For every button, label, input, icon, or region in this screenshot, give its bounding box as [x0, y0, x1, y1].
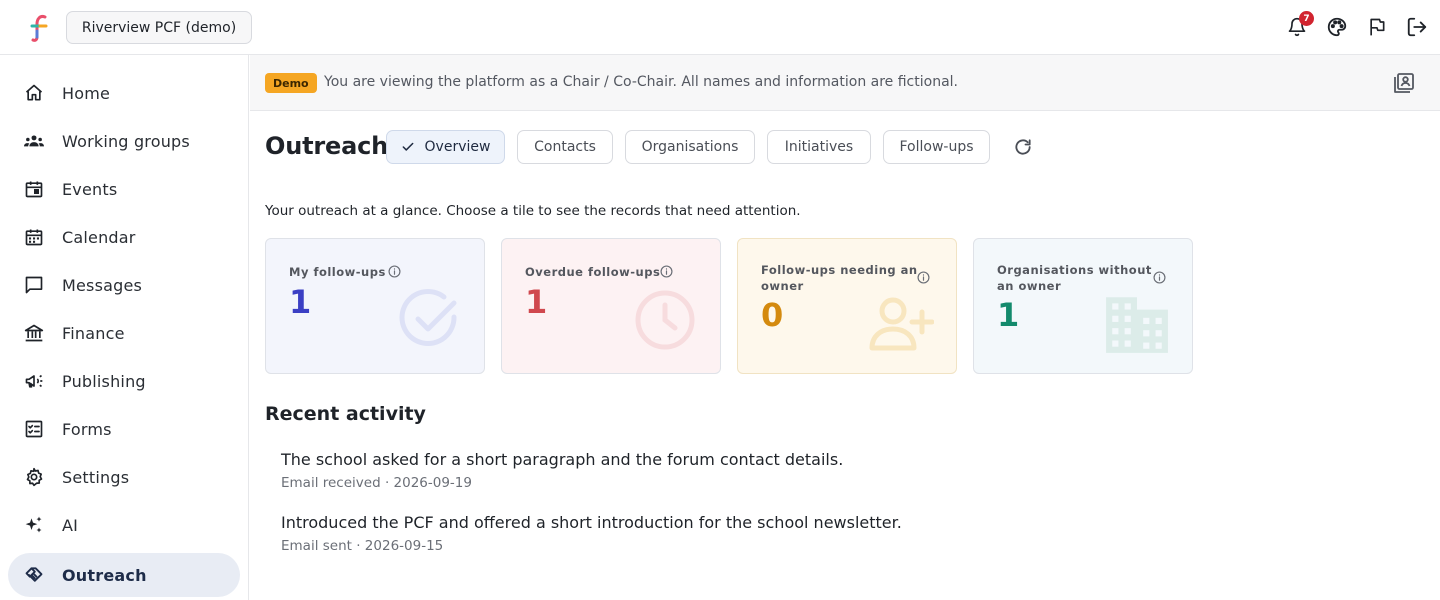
report-button[interactable]	[1362, 12, 1392, 42]
logout-button[interactable]	[1402, 12, 1432, 42]
calendar-icon	[24, 227, 44, 247]
notification-badge: 7	[1299, 11, 1314, 26]
org-switcher-button[interactable]: Riverview PCF (demo)	[66, 11, 252, 44]
notifications-button[interactable]: 7	[1282, 11, 1314, 42]
sidebar-item-label: AI	[62, 515, 79, 535]
tab-label: Organisations	[641, 139, 739, 155]
people-icon	[24, 131, 44, 151]
sidebar-item-label: Messages	[62, 275, 143, 295]
sidebar-item-label: Working groups	[62, 131, 190, 151]
sidebar-item-label: Events	[62, 179, 118, 199]
info-icon[interactable]	[1153, 271, 1166, 284]
sidebar-item-messages[interactable]: Messages	[8, 263, 240, 307]
tile-follow-ups-needing-owner[interactable]: Follow-ups needing an owner 0	[737, 238, 957, 374]
palette-icon	[1327, 17, 1347, 37]
tab-follow-ups[interactable]: Follow-ups	[883, 130, 990, 164]
activity-title: Introduced the PCF and offered a short i…	[281, 513, 902, 532]
tab-initiatives[interactable]: Initiatives	[767, 130, 871, 164]
gear-icon	[24, 467, 44, 487]
sidebar-item-label: Finance	[62, 323, 125, 343]
demo-badge: Demo	[265, 73, 317, 93]
sidebar-item-publishing[interactable]: Publishing	[8, 359, 240, 403]
sidebar-item-label: Forms	[62, 419, 112, 439]
sidebar-item-working-groups[interactable]: Working groups	[8, 119, 240, 163]
add-person-icon	[869, 297, 934, 351]
tile-value: 0	[761, 296, 784, 334]
tile-value: 1	[289, 283, 312, 321]
info-icon[interactable]	[388, 265, 401, 278]
building-icon	[1106, 297, 1168, 353]
info-icon[interactable]	[660, 265, 673, 278]
theme-button[interactable]	[1322, 12, 1352, 42]
sidebar-item-forms[interactable]: Forms	[8, 407, 240, 451]
app-logo-icon[interactable]	[26, 11, 54, 43]
tab-label: Follow-ups	[899, 139, 974, 155]
refresh-button[interactable]	[1011, 135, 1035, 159]
tile-label: Follow-ups needing an owner	[761, 263, 918, 293]
tab-overview[interactable]: Overview	[386, 130, 505, 164]
sidebar-item-label: Settings	[62, 467, 130, 487]
tile-my-follow-ups[interactable]: My follow-ups 1	[265, 238, 485, 374]
tab-label: Overview	[424, 139, 491, 155]
sidebar-item-label: Outreach	[62, 565, 147, 585]
top-bar: Riverview PCF (demo) 7	[0, 0, 1440, 55]
megaphone-icon	[24, 371, 44, 391]
activity-meta: Email received · 2026-09-19	[281, 475, 472, 491]
sidebar-item-calendar[interactable]: Calendar	[8, 215, 240, 259]
sidebar-item-home[interactable]: Home	[8, 71, 240, 115]
refresh-icon	[1015, 139, 1031, 155]
tile-value: 1	[997, 296, 1020, 334]
top-actions: 7	[1272, 11, 1432, 42]
overview-subtitle: Your outreach at a glance. Choose a tile…	[265, 203, 801, 219]
home-icon	[24, 83, 44, 103]
sidebar-item-ai[interactable]: AI	[8, 503, 240, 547]
tile-value: 1	[525, 283, 548, 321]
message-icon	[24, 275, 44, 295]
recent-activity-title: Recent activity	[265, 403, 426, 425]
flag-icon	[1370, 18, 1385, 36]
handshake-icon	[24, 565, 44, 585]
check-icon	[401, 140, 415, 154]
page-title: Outreach	[265, 132, 388, 160]
activity-title: The school asked for a short paragraph a…	[281, 450, 844, 469]
sidebar-item-events[interactable]: Events	[8, 167, 240, 211]
tile-label: Overdue follow-ups	[525, 265, 661, 279]
tile-label: Organisations without an owner	[997, 263, 1152, 293]
sidebar: Home Working groups Events Calendar Mess…	[0, 55, 249, 600]
tab-label: Initiatives	[784, 139, 854, 155]
sidebar-item-label: Publishing	[62, 371, 146, 391]
tile-label: My follow-ups	[289, 265, 386, 279]
tile-organisations-without-owner[interactable]: Organisations without an owner 1	[973, 238, 1193, 374]
tab-label: Contacts	[534, 139, 596, 155]
activity-meta: Email sent · 2026-09-15	[281, 538, 444, 554]
event-icon	[24, 179, 44, 199]
checklist-icon	[24, 419, 44, 439]
bank-icon	[24, 323, 44, 343]
check-circle-icon	[399, 289, 457, 346]
sidebar-item-outreach[interactable]: Outreach	[8, 553, 240, 597]
sidebar-item-finance[interactable]: Finance	[8, 311, 240, 355]
logout-icon	[1407, 17, 1427, 37]
demo-banner: Demo You are viewing the platform as a C…	[250, 55, 1440, 111]
role-switch-icon[interactable]	[1392, 71, 1416, 95]
sidebar-item-label: Home	[62, 83, 111, 103]
tile-overdue-follow-ups[interactable]: Overdue follow-ups 1	[501, 238, 721, 374]
sidebar-item-settings[interactable]: Settings	[8, 455, 240, 499]
info-icon[interactable]	[917, 271, 930, 284]
tab-contacts[interactable]: Contacts	[517, 130, 613, 164]
tab-organisations[interactable]: Organisations	[625, 130, 755, 164]
sparkle-icon	[24, 515, 44, 535]
demo-banner-text: You are viewing the platform as a Chair …	[324, 74, 958, 90]
sidebar-item-label: Calendar	[62, 227, 136, 247]
clock-icon	[635, 290, 695, 350]
